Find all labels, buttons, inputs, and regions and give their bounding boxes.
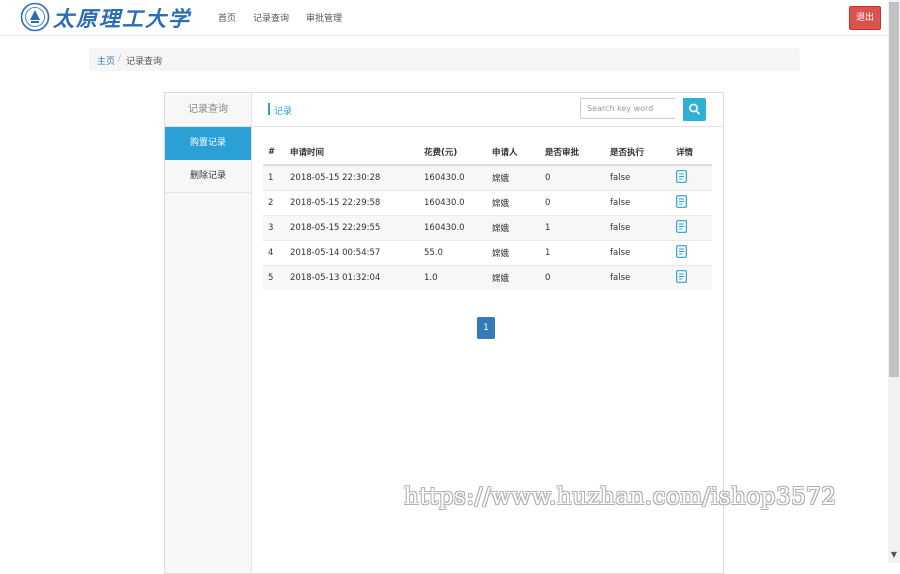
column-header-index: #	[263, 140, 285, 166]
logout-button[interactable]: 退出	[849, 6, 881, 30]
cell-executed-status: false	[605, 190, 671, 216]
search-button[interactable]	[683, 98, 706, 121]
content-title: 记录	[274, 107, 293, 117]
cell-approved-status: 0	[540, 164, 605, 191]
breadcrumb: 主页 / 记录查询	[89, 48, 800, 71]
document-icon[interactable]	[676, 220, 687, 236]
cell-cost: 160430.0	[419, 190, 487, 216]
university-seal-icon	[20, 2, 50, 32]
cell-apply-time: 2018-05-15 22:29:58	[285, 190, 419, 216]
cell-cost: 55.0	[419, 240, 487, 266]
cell-cost: 160430.0	[419, 164, 487, 191]
cell-apply-time: 2018-05-15 22:30:28	[285, 164, 419, 191]
watermark-text: https://www.huzhan.com/ishop3572	[404, 484, 837, 510]
document-icon[interactable]	[676, 195, 687, 211]
title-accent-bar	[268, 103, 270, 115]
cell-applicant: 嫦娥	[487, 240, 540, 266]
cell-executed-status: false	[605, 265, 671, 290]
cell-details	[671, 265, 712, 290]
top-navbar: 太原理工大学 首页 记录查询 审批管理 退出	[0, 0, 888, 36]
logo-text: 太原理工大学	[53, 6, 191, 31]
table-header-row: # 申请时间 花费(元) 申请人 是否审批 是否执行 详情	[263, 140, 712, 166]
cell-applicant: 嫦娥	[487, 190, 540, 216]
cell-approved-status: 1	[540, 240, 605, 266]
cell-approved-status: 0	[540, 190, 605, 216]
table-row: 2 2018-05-15 22:29:58 160430.0 嫦娥 0 false	[263, 190, 712, 216]
document-icon[interactable]	[676, 245, 687, 261]
cell-details	[671, 190, 712, 216]
cell-row-index: 2	[263, 190, 285, 216]
pagination-page-1[interactable]: 1	[477, 317, 495, 339]
table-body: 1 2018-05-15 22:30:28 160430.0 嫦娥 0 false 2 201…	[263, 164, 712, 290]
vertical-scrollbar[interactable]	[888, 0, 900, 563]
cell-cost: 160430.0	[419, 215, 487, 241]
nav-approval-management[interactable]: 审批管理	[306, 11, 342, 24]
cell-row-index: 4	[263, 240, 285, 266]
cell-executed-status: false	[605, 215, 671, 241]
column-header-executed: 是否执行	[605, 140, 671, 166]
column-header-cost: 花费(元)	[419, 140, 487, 166]
cell-row-index: 1	[263, 164, 285, 191]
sidebar-title: 记录查询	[165, 93, 251, 127]
table-row: 1 2018-05-15 22:30:28 160430.0 嫦娥 0 false	[263, 164, 712, 191]
cell-details	[671, 215, 712, 241]
column-header-apply-time: 申请时间	[285, 140, 419, 166]
records-table: # 申请时间 花费(元) 申请人 是否审批 是否执行 详情 1 2018-05-1…	[263, 140, 712, 290]
document-icon[interactable]	[676, 170, 687, 186]
cell-cost: 1.0	[419, 265, 487, 290]
cell-apply-time: 2018-05-14 00:54:57	[285, 240, 419, 266]
document-icon[interactable]	[676, 270, 687, 286]
cell-approved-status: 0	[540, 265, 605, 290]
cell-applicant: 嫦娥	[487, 215, 540, 241]
content-header: 记录	[252, 93, 723, 127]
main-nav: 首页 记录查询 审批管理	[218, 11, 359, 24]
column-header-details: 详情	[671, 140, 712, 166]
cell-details	[671, 240, 712, 266]
cell-approved-status: 1	[540, 215, 605, 241]
cell-row-index: 5	[263, 265, 285, 290]
university-logo[interactable]: 太原理工大学	[20, 2, 189, 32]
cell-executed-status: false	[605, 240, 671, 266]
cell-apply-time: 2018-05-15 22:29:55	[285, 215, 419, 241]
scrollbar-thumb[interactable]	[889, 2, 899, 377]
sidebar-item-purchase-records[interactable]: 购置记录	[165, 127, 251, 160]
scroll-down-arrow-icon[interactable]: ▼	[890, 551, 898, 559]
cell-executed-status: false	[605, 164, 671, 191]
table-row: 5 2018-05-13 01:32:04 1.0 嫦娥 0 false	[263, 265, 712, 290]
breadcrumb-home[interactable]: 主页	[97, 54, 115, 67]
nav-home[interactable]: 首页	[218, 11, 236, 24]
sidebar-item-delete-records[interactable]: 删除记录	[165, 160, 251, 193]
column-header-approved: 是否审批	[540, 140, 605, 166]
cell-applicant: 嫦娥	[487, 164, 540, 191]
cell-apply-time: 2018-05-13 01:32:04	[285, 265, 419, 290]
cell-applicant: 嫦娥	[487, 265, 540, 290]
sidebar: 记录查询 购置记录 删除记录	[165, 93, 252, 573]
breadcrumb-separator: /	[118, 54, 122, 64]
cell-row-index: 3	[263, 215, 285, 241]
breadcrumb-current: 记录查询	[126, 57, 163, 67]
cell-details	[671, 164, 712, 191]
search-input[interactable]	[580, 98, 675, 119]
table-row: 3 2018-05-15 22:29:55 160430.0 嫦娥 1 false	[263, 215, 712, 241]
search-icon	[689, 103, 700, 115]
nav-record-query[interactable]: 记录查询	[253, 11, 289, 24]
column-header-applicant: 申请人	[487, 140, 540, 166]
table-row: 4 2018-05-14 00:54:57 55.0 嫦娥 1 false	[263, 240, 712, 266]
